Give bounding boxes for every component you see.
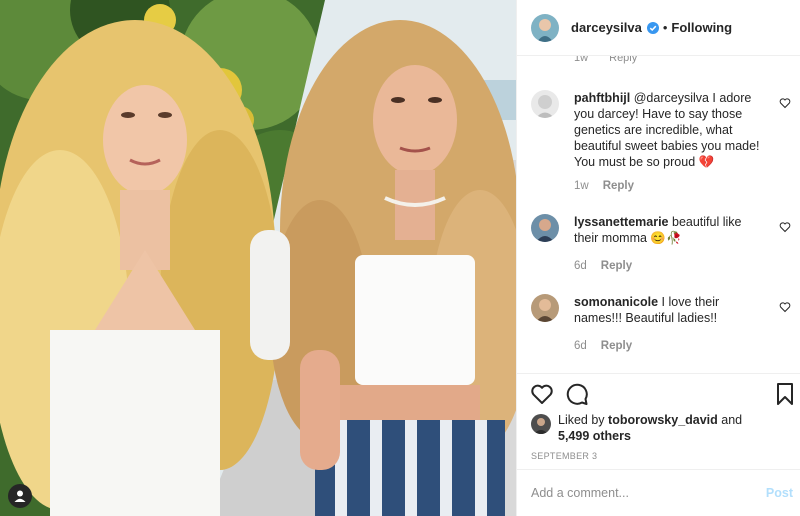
header-separator: •	[662, 20, 668, 35]
comment-body: lyssanettemarie beautiful like their mom…	[574, 214, 769, 246]
comment-like-heart-icon[interactable]	[779, 301, 791, 313]
user-tag-button[interactable]	[8, 484, 32, 508]
liker-avatar[interactable]	[531, 414, 551, 434]
commenter-avatar[interactable]	[531, 214, 559, 242]
comment-emoji: 💔	[698, 155, 715, 169]
post-side-panel: darceysilva • Following 1w Reply pahftbh…	[516, 0, 800, 516]
liked-by: Liked by toborowsky_david and 5,499 othe…	[531, 412, 791, 446]
reply-button[interactable]: Reply	[601, 260, 632, 272]
following-button[interactable]: Following	[671, 20, 732, 35]
comment-meta: 6d Reply	[574, 260, 632, 272]
collage-image	[0, 0, 516, 516]
liked-by-joiner: and	[721, 413, 743, 427]
commenter-avatar[interactable]	[531, 294, 559, 322]
add-comment-bar: Add a comment... Post	[517, 469, 800, 516]
comment-like-heart-icon[interactable]	[779, 97, 791, 109]
comment-meta: 1w Reply	[574, 180, 634, 192]
bookmark-icon[interactable]	[773, 382, 797, 406]
post-comment-button[interactable]: Post	[766, 486, 793, 500]
previous-comment-meta: 1w Reply	[574, 56, 655, 64]
comment-time: 1w	[574, 180, 589, 192]
likes-count[interactable]: 5,499 others	[558, 429, 631, 443]
liker-username[interactable]: toborowsky_david	[608, 413, 718, 427]
comment-icon[interactable]	[565, 382, 589, 406]
user-tag-icon	[14, 490, 26, 502]
comment-time: 1w	[574, 56, 589, 64]
commenter-username[interactable]: somonanicole	[574, 295, 658, 309]
post-date[interactable]: SEPTEMBER 3	[531, 451, 597, 461]
liked-by-text: Liked by toborowsky_david and 5,499 othe…	[558, 412, 778, 444]
comment-time: 6d	[574, 340, 587, 352]
comment-emoji: 😊🥀	[650, 231, 682, 245]
post-actions: Liked by toborowsky_david and 5,499 othe…	[517, 373, 800, 469]
verified-badge-icon	[646, 21, 659, 34]
author-avatar[interactable]	[531, 13, 559, 42]
post-photo[interactable]	[0, 0, 516, 516]
commenter-username[interactable]: lyssanettemarie	[574, 215, 669, 229]
liked-by-prefix: Liked by	[558, 413, 605, 427]
reply-button[interactable]: Reply	[601, 340, 632, 352]
reply-button[interactable]: Reply	[603, 180, 634, 192]
comment-meta: 6d Reply	[574, 340, 632, 352]
add-comment-input[interactable]: Add a comment...	[531, 486, 629, 500]
post-header: darceysilva • Following	[517, 0, 800, 56]
commenter-avatar[interactable]	[531, 90, 559, 118]
reply-button[interactable]: Reply	[609, 56, 637, 64]
commenter-username[interactable]: pahftbhijl	[574, 91, 630, 105]
author-username[interactable]: darceysilva	[571, 20, 642, 35]
like-heart-icon[interactable]	[530, 382, 554, 406]
comment-body: somonanicole I love their names!!! Beaut…	[574, 294, 769, 326]
comment-body: pahftbhijl @darceysilva I adore you darc…	[574, 90, 769, 170]
comment-time: 6d	[574, 260, 587, 272]
comments-list[interactable]: 1w Reply pahftbhijl @darceysilva I adore…	[517, 56, 800, 373]
comment-like-heart-icon[interactable]	[779, 221, 791, 233]
